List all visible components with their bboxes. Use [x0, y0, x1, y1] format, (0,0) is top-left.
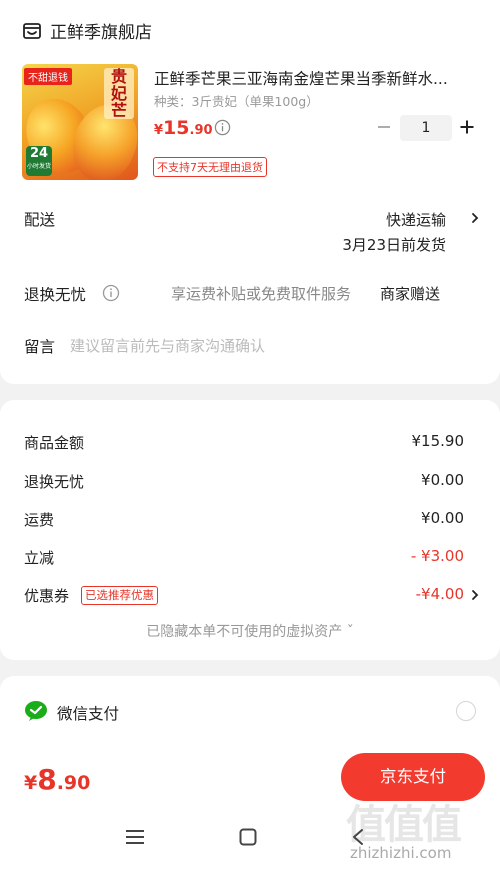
fee-label: 商品金额	[24, 434, 85, 452]
total-currency: ¥	[24, 772, 38, 794]
thumb-badge-hours: 24 小时发货	[26, 146, 52, 176]
returns-gift: 商家赠送	[380, 285, 441, 303]
chevron-right-icon[interactable]	[470, 212, 480, 224]
total-price: ¥8.90	[24, 763, 90, 796]
note-input[interactable]: 建议留言前先与商家沟通确认	[70, 335, 265, 356]
back-icon[interactable]	[350, 828, 366, 846]
shipping-label: 配送	[24, 211, 56, 229]
fee-value: ¥0.00	[421, 471, 464, 489]
price-integer: 15	[163, 117, 190, 139]
recommended-coupon-tag: 已选推荐优惠	[81, 586, 158, 605]
info-icon[interactable]	[102, 284, 120, 302]
hours-text: 小时发货	[26, 163, 51, 170]
minus-icon[interactable]	[376, 119, 392, 135]
store-header[interactable]: 正鲜季旗舰店	[22, 18, 152, 43]
hidden-assets-toggle[interactable]: 已隐藏本单不可使用的虚拟资产 ˇ	[0, 621, 500, 641]
store-icon	[23, 22, 41, 39]
order-item-card	[0, 0, 500, 384]
payment-method-label[interactable]: 微信支付	[57, 702, 119, 724]
coupon-value[interactable]: -¥4.00	[416, 585, 464, 603]
home-icon[interactable]	[239, 828, 257, 846]
store-name: 正鲜季旗舰店	[50, 23, 152, 43]
total-decimal: .90	[56, 772, 91, 794]
fee-label: 立减	[24, 549, 55, 567]
info-icon[interactable]	[214, 119, 231, 136]
shipping-method[interactable]: 快递运输	[386, 209, 446, 230]
returns-label: 退换无忧	[24, 286, 87, 304]
fee-value: ¥15.90	[411, 432, 465, 450]
product-image[interactable]: 不甜退钱 贵妃芒 24 小时发货	[22, 64, 138, 180]
product-spec: 种类：3斤贵妃（单果100g）	[154, 94, 319, 109]
chevron-right-icon[interactable]	[470, 589, 480, 601]
product-price: ¥15.90	[154, 117, 213, 139]
price-currency: ¥	[154, 123, 164, 138]
shipping-date: 3月23日前发货	[342, 236, 446, 254]
quantity-value[interactable]: 1	[400, 115, 452, 141]
no-return-tag: 不支持7天无理由退货	[153, 157, 267, 177]
thumb-badge-refund: 不甜退钱	[24, 68, 72, 85]
coupon-label[interactable]: 优惠券	[24, 585, 69, 606]
total-integer: 8	[37, 763, 57, 796]
fee-label: 运费	[24, 511, 55, 529]
note-label: 留言	[24, 338, 56, 356]
watermark-url: zhizhizhi.com	[350, 844, 452, 862]
thumb-badge-variety: 贵妃芒	[104, 68, 134, 119]
hours-number: 24	[29, 146, 49, 161]
price-decimal: .90	[189, 123, 213, 138]
plus-icon[interactable]	[459, 119, 475, 135]
wechat-pay-icon	[25, 701, 47, 721]
menu-icon[interactable]	[125, 829, 145, 845]
discount-value: - ¥3.00	[410, 547, 464, 565]
fee-label: 退换无忧	[24, 473, 85, 491]
returns-service: 享运费补贴或免费取件服务	[171, 285, 352, 303]
product-title[interactable]: 正鲜季芒果三亚海南金煌芒果当季新鲜水...	[154, 67, 474, 89]
payment-radio[interactable]	[456, 701, 476, 721]
fee-value: ¥0.00	[421, 509, 464, 527]
